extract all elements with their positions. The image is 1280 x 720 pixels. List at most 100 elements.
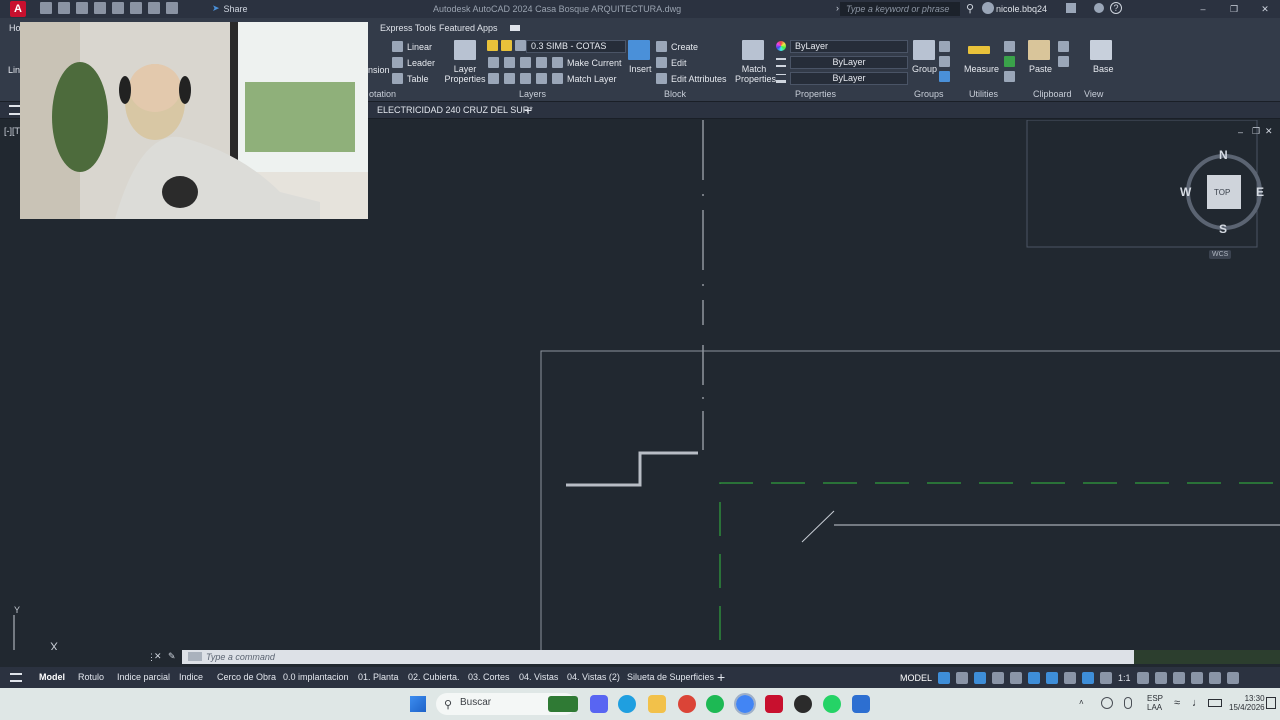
open-file-icon[interactable] — [58, 2, 70, 14]
group-button[interactable] — [913, 40, 935, 62]
cut-icon[interactable] — [1058, 41, 1069, 52]
group-edit-icon[interactable] — [939, 56, 950, 67]
tab-vistas-2[interactable]: 04. Vistas (2) — [567, 672, 620, 682]
viewport-restore-icon[interactable]: ❐ — [1252, 126, 1260, 137]
share-button[interactable]: ➤ Share — [212, 3, 248, 14]
redo-icon[interactable] — [148, 2, 160, 14]
layers-panel-title[interactable]: Layers — [519, 89, 546, 99]
taskbar-news-icon[interactable] — [548, 696, 578, 712]
table-button[interactable]: Table — [392, 73, 429, 84]
lineweight-toggle-icon[interactable] — [1064, 671, 1077, 684]
layer-dropdown[interactable]: 0.3 SIMB - COTAS — [526, 40, 626, 53]
tab-implantacion[interactable]: 0.0 implantacion — [283, 672, 349, 682]
windows-start-icon[interactable] — [410, 696, 426, 712]
annotation-visibility-icon[interactable] — [1082, 671, 1095, 684]
menu-icon[interactable] — [9, 105, 20, 115]
layer-lock-icon[interactable] — [515, 40, 526, 51]
command-history-icon[interactable] — [188, 652, 202, 661]
clipboard-panel-title[interactable]: Clipboard — [1033, 89, 1072, 99]
search-icon[interactable]: ⚲ — [966, 2, 974, 15]
tab-cortes[interactable]: 03. Cortes — [468, 672, 510, 682]
compass-east[interactable]: E — [1256, 185, 1264, 199]
command-line[interactable]: Type a command — [182, 650, 1134, 664]
compass-south[interactable]: S — [1219, 222, 1227, 236]
annotation-scale[interactable]: 1:1 — [1118, 673, 1131, 683]
layer-tool-icon[interactable] — [536, 73, 547, 84]
viewport-close-icon[interactable]: ✕ — [1265, 126, 1273, 137]
ungroup-icon[interactable] — [939, 41, 950, 52]
customization-icon[interactable] — [1226, 671, 1239, 684]
tab-express-tools[interactable]: Express Tools — [380, 23, 436, 33]
tab-cubierta[interactable]: 02. Cubierta. — [408, 672, 460, 682]
plus-icon[interactable] — [1154, 671, 1167, 684]
cart-icon[interactable] — [1066, 3, 1076, 13]
tab-planta[interactable]: 01. Planta — [358, 672, 399, 682]
properties-panel-title[interactable]: Properties — [795, 89, 836, 99]
line-button-partial[interactable]: Lin — [8, 65, 20, 75]
linear-dimension-button[interactable]: Linear — [392, 41, 432, 52]
compass-north[interactable]: N — [1219, 148, 1228, 162]
restore-icon[interactable]: ❐ — [1227, 2, 1241, 16]
utilities-panel-title[interactable]: Utilities — [969, 89, 998, 99]
object-snap-icon[interactable] — [1046, 671, 1059, 684]
layer-properties-button[interactable] — [452, 40, 478, 62]
file-tab-active[interactable]: ELECTRICIDAD 240 CRUZ DEL SUR* — [377, 105, 533, 115]
measure-button[interactable] — [968, 40, 990, 56]
obs-icon[interactable] — [794, 695, 812, 713]
block-panel-title[interactable]: Block — [664, 89, 686, 99]
chrome-icon[interactable] — [678, 695, 696, 713]
isodraft-icon[interactable] — [1010, 671, 1023, 684]
search-input[interactable]: Type a keyword or phrase — [840, 2, 960, 16]
hardware-acceleration-icon[interactable] — [1172, 671, 1185, 684]
command-customize-icon[interactable]: ✎ — [168, 651, 176, 662]
ribbon-toggle-icon[interactable] — [510, 25, 520, 31]
layout-menu-icon[interactable] — [10, 673, 22, 682]
tab-featured-apps[interactable]: Featured Apps — [439, 23, 498, 33]
tab-silueta-de-superficies[interactable]: Silueta de Superficies — [627, 672, 714, 682]
view-panel-title[interactable]: View — [1084, 89, 1103, 99]
tab-indice[interactable]: Indice — [179, 672, 203, 682]
auto-scale-icon[interactable] — [1100, 671, 1113, 684]
copy-icon[interactable] — [1058, 56, 1069, 67]
battery-icon[interactable] — [1208, 699, 1222, 707]
match-properties-button[interactable] — [742, 40, 764, 62]
create-block-button[interactable]: Create — [656, 41, 698, 52]
close-icon[interactable]: ✕ — [1258, 2, 1272, 16]
compass-west[interactable]: W — [1180, 185, 1191, 199]
undo-icon[interactable] — [130, 2, 142, 14]
autocad-logo-icon[interactable]: A — [10, 1, 26, 17]
layer-on-icon[interactable] — [487, 40, 498, 51]
utility-tool-icon[interactable] — [1004, 71, 1015, 82]
dimension-button-partial[interactable]: nsion — [368, 65, 390, 75]
user-name[interactable]: nicole.bbq24 — [996, 4, 1047, 14]
dropdown-icon[interactable] — [166, 2, 178, 14]
base-view-button[interactable] — [1090, 40, 1112, 62]
lineweight-dropdown[interactable]: ByLayer — [790, 72, 908, 85]
autodesk-account-icon[interactable] — [1094, 3, 1104, 13]
autocad-taskbar-icon[interactable] — [765, 695, 783, 713]
layer-tool-icon[interactable] — [488, 73, 499, 84]
tray-app-icon[interactable] — [1101, 697, 1113, 709]
language-indicator[interactable]: ESP LAA — [1147, 694, 1163, 712]
linetype-dropdown[interactable]: ByLayer — [790, 56, 908, 69]
clean-screen-icon[interactable] — [1208, 671, 1221, 684]
app-icon[interactable] — [852, 695, 870, 713]
file-explorer-icon[interactable] — [648, 695, 666, 713]
command-close-icon[interactable]: ✕ — [154, 651, 162, 662]
wifi-icon[interactable]: ≈ — [1174, 697, 1180, 709]
tab-indice-parcial[interactable]: Indice parcial — [117, 672, 170, 682]
new-tab-plus-icon[interactable]: + — [524, 102, 532, 118]
isolate-objects-icon[interactable] — [1190, 671, 1203, 684]
minimize-icon[interactable]: – — [1196, 2, 1210, 16]
add-layout-plus-icon[interactable]: + — [717, 669, 725, 685]
save-as-icon[interactable] — [94, 2, 106, 14]
leader-button[interactable]: Leader — [392, 57, 435, 68]
layer-thaw-icon[interactable] — [501, 40, 512, 51]
layer-tool-icon[interactable] — [520, 73, 531, 84]
group-selection-icon[interactable] — [939, 71, 950, 82]
calculator-icon[interactable] — [1004, 56, 1015, 67]
snap-icon[interactable] — [956, 671, 969, 684]
layer-tool-icon[interactable] — [536, 57, 547, 68]
help-icon[interactable]: ? — [1110, 2, 1122, 14]
tab-rotulo[interactable]: Rotulo — [78, 672, 104, 682]
